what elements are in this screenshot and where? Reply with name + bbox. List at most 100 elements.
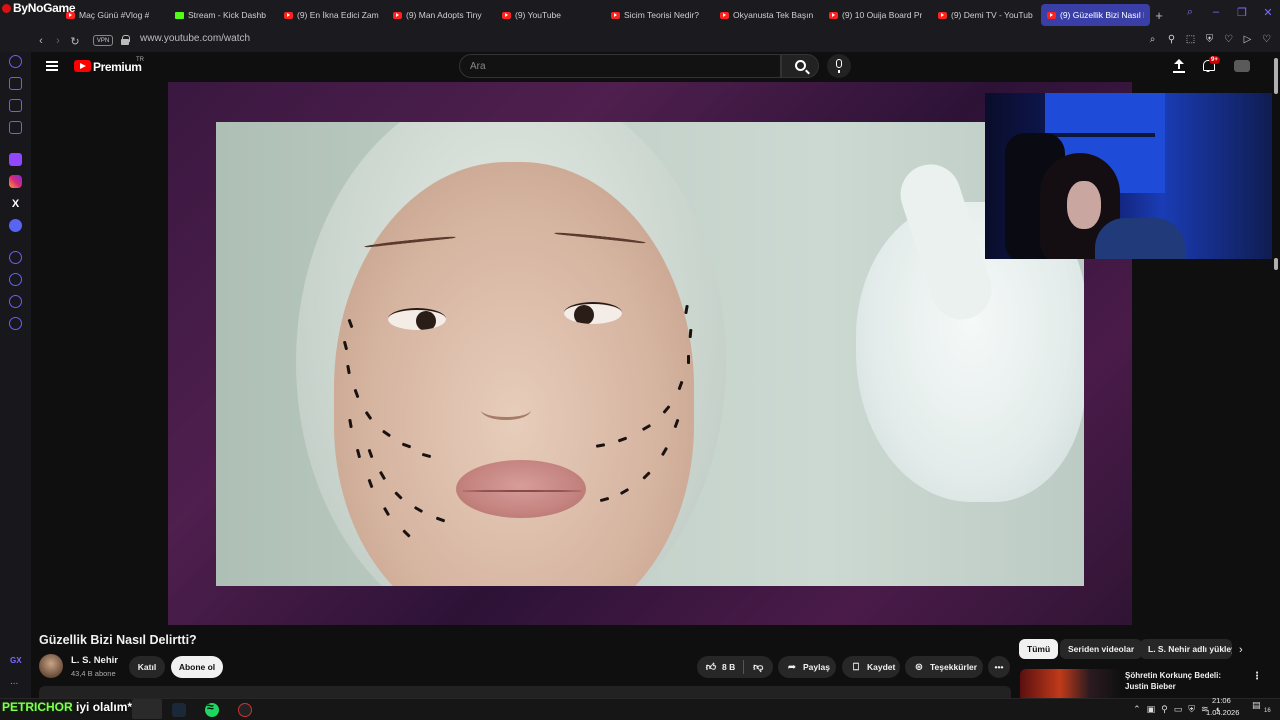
- browser-tab[interactable]: (9) 10 Ouija Board Pr: [823, 4, 932, 26]
- menu-icon[interactable]: [46, 61, 58, 71]
- browser-tab[interactable]: (9) Güzellik Bizi Nasıl Delir: [1041, 4, 1150, 26]
- voice-search-button[interactable]: [827, 54, 851, 78]
- browser-tab[interactable]: Stream - Kick Dashb: [169, 4, 278, 26]
- browser-tab[interactable]: Sicim Teorisi Nedir?: [605, 4, 714, 26]
- tray-mic-icon[interactable]: ⚲: [1161, 704, 1168, 715]
- taskbar-app[interactable]: [132, 699, 162, 719]
- channel-name[interactable]: L. S. Nehir: [71, 655, 118, 666]
- sidebar-more-icon[interactable]: ...: [10, 676, 18, 687]
- channel-avatar[interactable]: [39, 654, 63, 678]
- gx-player-icon[interactable]: [9, 121, 22, 134]
- steam-icon[interactable]: [172, 703, 186, 717]
- account-avatar[interactable]: [1234, 60, 1250, 72]
- extensions-icon[interactable]: [9, 295, 22, 308]
- vpn-badge[interactable]: VPN: [93, 35, 113, 46]
- lips: [456, 460, 586, 518]
- search-input[interactable]: [460, 55, 780, 77]
- tab-label: (9) Man Adopts Tiny: [406, 10, 482, 20]
- twitch-icon[interactable]: [9, 153, 22, 166]
- like-icon[interactable]: 👍︎: [705, 661, 717, 673]
- url-field[interactable]: www.youtube.com/watch: [140, 33, 250, 44]
- gx-control-icon[interactable]: [9, 55, 22, 68]
- spotify-icon[interactable]: [205, 700, 219, 717]
- search-button[interactable]: [781, 54, 819, 78]
- notification-count: 16: [1264, 708, 1271, 714]
- youtube-icon: [1047, 11, 1056, 19]
- kick-icon: [175, 11, 184, 19]
- x-twitter-icon[interactable]: X: [9, 197, 22, 210]
- tray-vpn-icon[interactable]: ⛨: [1188, 704, 1195, 715]
- description-box[interactable]: [39, 686, 1011, 698]
- browser-tab[interactable]: (9) En İkna Edici Zam: [278, 4, 387, 26]
- clock-date[interactable]: 1.04.2026: [1206, 708, 1239, 717]
- gx-label[interactable]: GX: [10, 656, 22, 665]
- new-tab-button[interactable]: +: [1150, 4, 1168, 26]
- chip-series[interactable]: Seriden videolar: [1060, 639, 1143, 659]
- page-scrollbar[interactable]: [1272, 52, 1280, 698]
- youtube-logo-icon[interactable]: [74, 60, 91, 72]
- chip-all[interactable]: Tümü: [1019, 639, 1059, 659]
- chevron-right-icon[interactable]: ›: [1239, 644, 1243, 656]
- settings-icon[interactable]: [9, 317, 22, 330]
- clock-time[interactable]: 21:06: [1212, 696, 1231, 705]
- tab-list: Maç Günü #Vlog # Stream - Kick Dashb (9) E…: [60, 4, 1168, 26]
- youtube-icon: [393, 11, 402, 19]
- share-button[interactable]: ➦ Paylaş: [778, 656, 836, 678]
- dislike-icon[interactable]: 👎︎: [752, 661, 764, 673]
- country-code: TR: [136, 57, 144, 63]
- like-count[interactable]: 8 B: [722, 662, 735, 672]
- close-icon[interactable]: ✕: [1262, 6, 1274, 19]
- discord-icon[interactable]: [9, 219, 22, 232]
- recommendation-thumbnail[interactable]: [1020, 669, 1120, 698]
- search-icon: [795, 60, 806, 71]
- history-icon[interactable]: [9, 273, 22, 286]
- maximize-icon[interactable]: ❐: [1236, 6, 1248, 19]
- youtube-premium-label[interactable]: Premium: [93, 60, 142, 74]
- lock-icon[interactable]: [121, 35, 130, 46]
- reload-icon[interactable]: ↻: [68, 34, 82, 48]
- subscribe-button[interactable]: Abone ol: [171, 656, 223, 678]
- join-button[interactable]: Katıl: [129, 656, 165, 678]
- tray-chevron-icon[interactable]: ⌃: [1133, 704, 1141, 715]
- more-actions-button[interactable]: •••: [988, 656, 1010, 678]
- chip-channel-uploads[interactable]: L. S. Nehir adlı yükley: [1140, 639, 1232, 659]
- tray-monitor-icon[interactable]: ▭: [1174, 704, 1183, 715]
- brand-dot-icon: [2, 4, 11, 13]
- more-icon: •••: [994, 662, 1004, 672]
- like-dislike-group: 👍︎ 8 B 👎︎: [697, 656, 773, 678]
- recommendation-title[interactable]: Şöhretin Korkunç Bedeli: Justin Bieber: [1125, 670, 1245, 692]
- tab-label: (9) En İkna Edici Zam: [297, 10, 379, 20]
- play-icon[interactable]: ▷: [1242, 34, 1253, 45]
- scrollbar-thumb[interactable]: [1274, 58, 1278, 94]
- browser-tab[interactable]: (9) YouTube: [496, 4, 605, 26]
- browser-tab[interactable]: Maç Günü #Vlog #: [60, 4, 169, 26]
- back-icon[interactable]: ‹: [34, 34, 48, 48]
- player-icon[interactable]: [9, 251, 22, 264]
- forward-icon[interactable]: ›: [51, 34, 65, 48]
- heart-icon[interactable]: ♡: [1261, 34, 1272, 45]
- minimize-icon[interactable]: –: [1210, 6, 1222, 18]
- address-bar-actions: ⌕ ⚲ ⬚ ⛨ ♡ ▷ ♡: [1147, 34, 1272, 45]
- browser-tab[interactable]: Okyanusta Tek Başın: [714, 4, 823, 26]
- bookmark-icon: ⎕: [853, 661, 859, 673]
- pin-icon[interactable]: ⚲: [1166, 34, 1177, 45]
- tray-app-icon[interactable]: ▣: [1147, 704, 1156, 715]
- notification-center-icon[interactable]: ▤: [1252, 700, 1261, 711]
- messenger-icon[interactable]: [9, 99, 22, 112]
- save-button[interactable]: ⎕ Kaydet: [842, 656, 900, 678]
- browser-tab[interactable]: (9) Demi TV - YouTub: [932, 4, 1041, 26]
- obs-icon[interactable]: [238, 703, 252, 717]
- stream-overlay-text: PETRICHOR iyi olalım*: [2, 700, 133, 714]
- search-tabs-icon[interactable]: ⌕: [1184, 6, 1196, 18]
- instagram-icon[interactable]: [9, 175, 22, 188]
- shield-icon[interactable]: ⛨: [1204, 34, 1215, 45]
- recommendation-menu-icon[interactable]: ⋮: [1252, 671, 1262, 682]
- scrollbar-thumb-secondary[interactable]: [1274, 258, 1278, 270]
- bookmark-heart-icon[interactable]: ♡: [1223, 34, 1234, 45]
- zoom-icon[interactable]: ⌕: [1147, 34, 1158, 45]
- snapshot-icon[interactable]: ⬚: [1185, 34, 1196, 45]
- gx-corner-icon[interactable]: [9, 77, 22, 90]
- upload-icon[interactable]: [1173, 59, 1185, 73]
- thanks-button[interactable]: ⊛ Teşekkürler: [905, 656, 983, 678]
- browser-tab[interactable]: (9) Man Adopts Tiny: [387, 4, 496, 26]
